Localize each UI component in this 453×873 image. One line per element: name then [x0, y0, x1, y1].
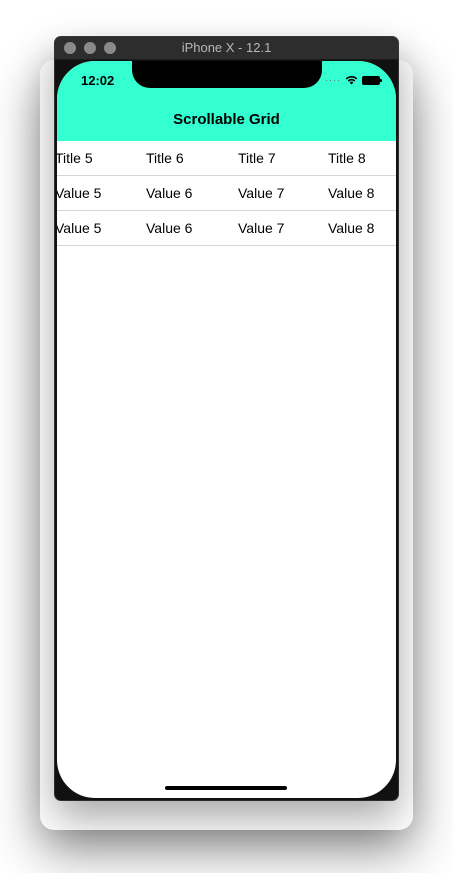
wifi-icon: [345, 76, 358, 85]
cellular-signal-icon: ····: [325, 75, 341, 85]
grid-cell: Title 8: [328, 150, 366, 166]
grid-cell: Value 7: [238, 185, 285, 201]
grid-row: Value 5 Value 6 Value 7 Value 8: [57, 211, 396, 246]
grid-cell: Value 7: [238, 220, 285, 236]
grid-cell: Value 8: [328, 220, 375, 236]
grid-cell: Value 6: [146, 185, 193, 201]
battery-icon: [362, 75, 382, 85]
grid-header-row: Title 5 Title 6 Title 7 Title 8: [57, 141, 396, 176]
grid-row: Value 5 Value 6 Value 7 Value 8: [57, 176, 396, 211]
status-icons: ····: [325, 74, 382, 86]
page-title: Scrollable Grid: [173, 111, 280, 128]
grid-cell: Value 5: [57, 185, 102, 201]
navigation-header: 12:02 ···· Scrollable Grid: [57, 61, 396, 141]
grid-cell: Title 6: [146, 150, 184, 166]
grid-cell: Title 7: [238, 150, 276, 166]
phone-screen: 12:02 ···· Scrollable Grid Title 5 Title…: [57, 61, 396, 798]
grid-cell: Value 5: [57, 220, 102, 236]
status-time: 12:02: [81, 73, 115, 88]
grid-cell: Title 5: [57, 150, 93, 166]
window-titlebar[interactable]: iPhone X - 12.1: [55, 37, 398, 60]
simulator-window: iPhone X - 12.1 12:02 ···· Scrollable Gr…: [55, 37, 398, 800]
grid-cell: Value 8: [328, 185, 375, 201]
home-indicator[interactable]: [165, 786, 287, 790]
grid-cell: Value 6: [146, 220, 193, 236]
scrollable-grid[interactable]: Title 5 Title 6 Title 7 Title 8 Value 5 …: [57, 141, 396, 246]
device-notch: [132, 61, 322, 88]
window-title: iPhone X - 12.1: [181, 40, 272, 55]
